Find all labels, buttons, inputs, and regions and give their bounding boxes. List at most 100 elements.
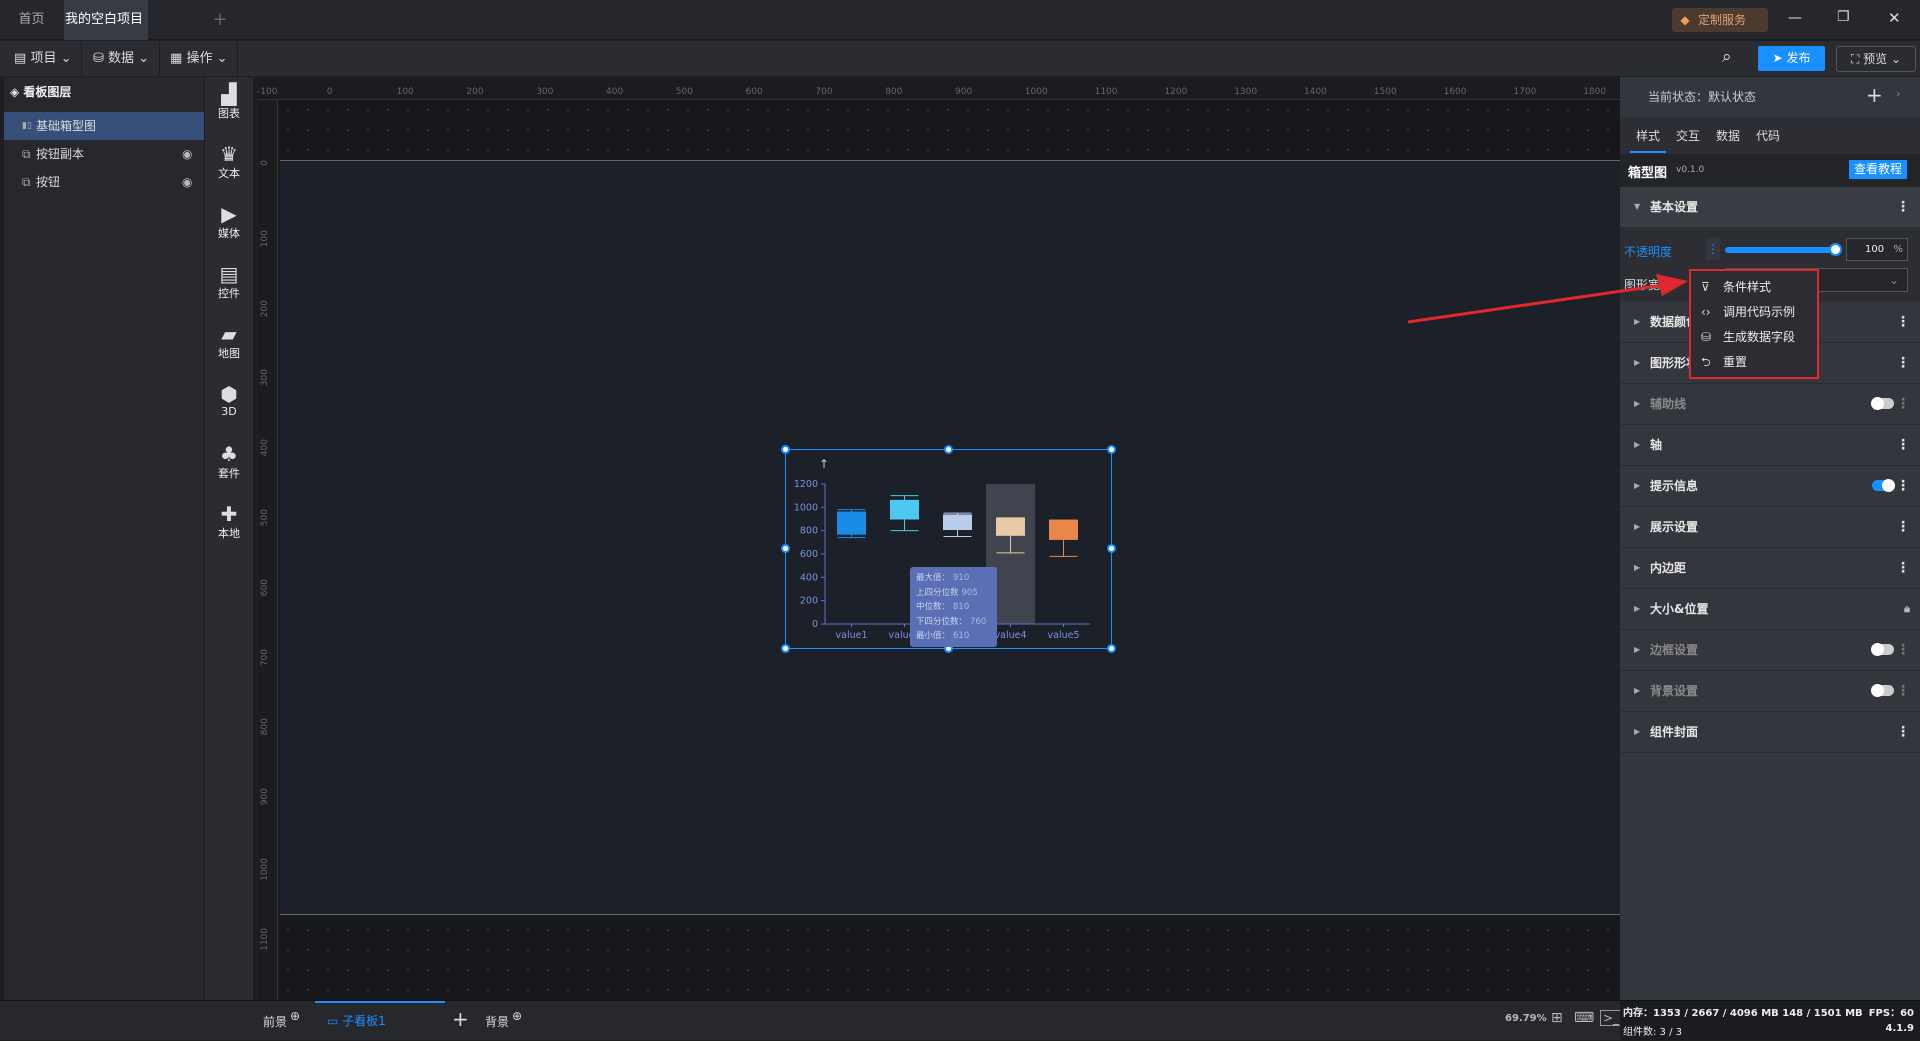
hidden-eye-icon[interactable]: ◉ xyxy=(182,168,192,196)
component-puzzle[interactable]: ✚ 本地 xyxy=(205,503,253,541)
more-icon[interactable]: ⋮ xyxy=(1896,712,1910,752)
menu-item-label: 生成数据字段 xyxy=(1723,330,1796,344)
menu-item[interactable]: ⊽ 条件样式 xyxy=(1701,275,1771,300)
section-toggle[interactable] xyxy=(1871,397,1894,410)
add-state-button[interactable]: + xyxy=(1866,83,1883,107)
caret-right-icon: ▶ xyxy=(1634,440,1641,449)
publish-button[interactable]: ➤ 发布 xyxy=(1758,46,1825,71)
section-item[interactable]: ▶ 组件封面 ⋮ xyxy=(1620,712,1920,753)
resize-handle[interactable] xyxy=(1107,544,1116,553)
more-icon[interactable]: ⋮ xyxy=(1896,302,1910,342)
tooltip-row: 中位数： 810 xyxy=(916,600,991,615)
ruler-tick-label: 1700 xyxy=(1513,87,1537,97)
restore-icon[interactable]: ❐ xyxy=(1837,9,1850,25)
component-map[interactable]: ▰ 地图 xyxy=(205,323,253,361)
close-icon[interactable]: ✕ xyxy=(1888,9,1901,27)
cube-icon: ⬢ xyxy=(220,382,238,406)
chevron-right-icon[interactable]: › xyxy=(1896,87,1900,100)
background-tab[interactable]: 背景 ⊕ xyxy=(485,1009,522,1030)
menu-data[interactable]: ⛁ 数据 ⌄ xyxy=(83,41,161,76)
bottom-bar: 前景 ⊕ ▭ 子看板1 + 背景 ⊕ 69.79% ⊞ ⌨ >_ 内存：1353 /… xyxy=(0,1000,1920,1041)
slider-thumb[interactable] xyxy=(1829,243,1842,256)
tab-1[interactable]: 交互 xyxy=(1670,127,1706,151)
add-circle-icon[interactable]: ⊕ xyxy=(512,1009,522,1023)
preview-button[interactable]: ⛶ 预览 ⌄ xyxy=(1836,46,1916,72)
subboard-tab[interactable]: ▭ 子看板1 xyxy=(315,1001,445,1041)
more-icon[interactable]: ⋮ xyxy=(1896,384,1910,424)
layer-item[interactable]: ⧉ 按钮副本 ◉ xyxy=(4,140,204,168)
resize-handle[interactable] xyxy=(781,544,790,553)
menu-project[interactable]: ▤ 项目 ⌄ xyxy=(4,41,83,76)
zoom-level[interactable]: 69.79% xyxy=(1505,1013,1547,1024)
search-icon[interactable]: ⌕ xyxy=(1722,47,1732,67)
resize-handle[interactable] xyxy=(944,445,953,454)
section-item[interactable]: ▶ 展示设置 ⋮ xyxy=(1620,507,1920,548)
tutorial-button[interactable]: 查看教程 xyxy=(1849,160,1907,179)
more-icon[interactable]: ⋮ xyxy=(1896,507,1910,547)
resize-handle[interactable] xyxy=(1107,445,1116,454)
custom-service-label: 定制服务 xyxy=(1698,13,1747,27)
more-icon[interactable]: ⋮ xyxy=(1896,425,1910,465)
ruler-tick-label: 1300 xyxy=(1234,87,1258,97)
hidden-eye-icon[interactable]: ◉ xyxy=(182,140,192,168)
layer-item[interactable]: ▮▯ 基础箱型图 xyxy=(4,112,204,140)
opacity-more-icon[interactable]: ⋮ xyxy=(1706,238,1720,260)
resize-handle[interactable] xyxy=(1107,644,1116,653)
menu-item[interactable]: ‹› 调用代码示例 xyxy=(1701,300,1795,325)
opacity-value: 100 xyxy=(1865,244,1885,255)
section-item[interactable]: ▶ 轴 ⋮ xyxy=(1620,425,1920,466)
section-item[interactable]: ▶ 边框设置 ⋮ xyxy=(1620,630,1920,671)
component-media[interactable]: ▶ 媒体 xyxy=(205,203,253,241)
ruler-tick-label: 1000 xyxy=(260,858,270,881)
section-item[interactable]: ▶ 辅助线 ⋮ xyxy=(1620,384,1920,425)
ruler-tick-label: 500 xyxy=(260,509,270,527)
more-icon[interactable]: ⋮ xyxy=(1896,343,1910,383)
custom-service-button[interactable]: ◆ 定制服务 xyxy=(1672,8,1768,32)
menu-operation[interactable]: ▦ 操作 ⌄ xyxy=(160,41,239,76)
button-icon: ⧉ xyxy=(22,175,31,189)
ruler-tick-label: 300 xyxy=(536,87,554,97)
more-icon[interactable]: ⋮ xyxy=(1896,466,1910,506)
tab-2[interactable]: 数据 xyxy=(1710,127,1746,151)
section-item[interactable]: ▶ 大小&位置 🔒︎ xyxy=(1620,589,1920,630)
component-widget[interactable]: ▤ 控件 xyxy=(205,263,253,301)
terminal-icon[interactable]: >_ xyxy=(1600,1010,1623,1026)
more-icon[interactable]: ⋮ xyxy=(1896,187,1910,227)
more-icon[interactable]: ⋮ xyxy=(1896,630,1910,670)
section-toggle[interactable] xyxy=(1871,643,1894,656)
tab-home[interactable]: 首页 xyxy=(0,0,63,40)
component-text[interactable]: ♛ 文本 xyxy=(205,143,253,181)
more-icon[interactable]: ⋮ xyxy=(1896,671,1910,711)
component-label: 媒体 xyxy=(218,227,240,240)
section-basic[interactable]: ▼ 基本设置 ⋮ xyxy=(1620,187,1920,228)
menu-item[interactable]: ⛁ 生成数据字段 xyxy=(1701,325,1795,350)
more-icon[interactable]: ⋮ xyxy=(1896,548,1910,588)
opacity-slider[interactable] xyxy=(1725,243,1842,256)
add-circle-icon[interactable]: ⊕ xyxy=(290,1009,300,1023)
section-item[interactable]: ▶ 背景设置 ⋮ xyxy=(1620,671,1920,712)
opacity-input[interactable]: 100% xyxy=(1846,238,1908,261)
tab-3[interactable]: 代码 xyxy=(1750,127,1786,151)
minimize-icon[interactable]: — xyxy=(1788,10,1802,26)
component-shirt[interactable]: ♣ 套件 xyxy=(205,443,253,481)
section-item[interactable]: ▶ 提示信息 ⋮ xyxy=(1620,466,1920,507)
add-tab-button[interactable]: + xyxy=(210,0,230,40)
section-item[interactable]: ▶ 内边距 ⋮ xyxy=(1620,548,1920,589)
monitor-icon: ▭ xyxy=(327,1014,339,1028)
menu-item[interactable]: ⮌ 重置 xyxy=(1701,350,1747,375)
layer-item[interactable]: ⧉ 按钮 ◉ xyxy=(4,168,204,196)
section-toggle[interactable] xyxy=(1871,684,1894,697)
foreground-tab[interactable]: 前景 ⊕ xyxy=(263,1009,300,1030)
keyboard-icon[interactable]: ⌨ xyxy=(1574,1010,1594,1026)
tab-project[interactable]: 我的空白项目 xyxy=(64,0,148,63)
tab-0[interactable]: 样式 xyxy=(1630,127,1667,153)
resize-handle[interactable] xyxy=(781,644,790,653)
resize-handle[interactable] xyxy=(781,445,790,454)
add-board-button[interactable]: + xyxy=(452,1007,469,1031)
section-toggle[interactable] xyxy=(1872,479,1895,492)
shirt-icon: ♣ xyxy=(220,442,238,466)
fit-screen-icon[interactable]: ⊞ xyxy=(1551,1010,1563,1026)
lock-icon[interactable]: 🔒︎ xyxy=(1904,589,1910,629)
component-cube[interactable]: ⬢ 3D xyxy=(205,383,253,418)
component-chart[interactable]: ▟ 图表 xyxy=(205,83,253,121)
